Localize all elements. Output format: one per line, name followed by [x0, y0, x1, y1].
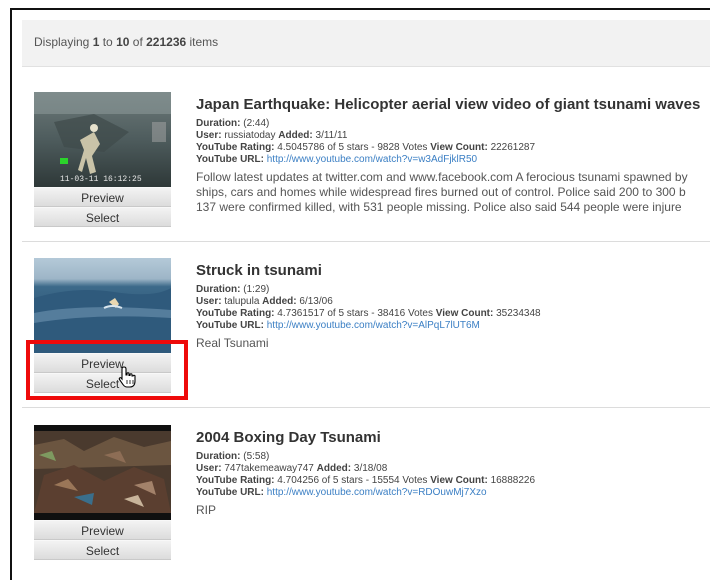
- video-thumbnail-image: [34, 258, 171, 353]
- video-thumbnail-image: [34, 425, 171, 520]
- results-header: Displaying 1 to 10 of 221236 items: [22, 20, 710, 67]
- video-description: RIP: [196, 503, 217, 517]
- hand-cursor-icon: [118, 366, 136, 388]
- video-url: YouTube URL: http://www.youtube.com/watc…: [196, 320, 480, 331]
- video-thumbnail[interactable]: 11-03-11 16:12:25: [34, 92, 171, 187]
- video-title[interactable]: Japan Earthquake: Helicopter aerial view…: [196, 96, 710, 118]
- preview-button[interactable]: Preview: [34, 187, 171, 207]
- video-url-link[interactable]: http://www.youtube.com/watch?v=w3AdFjklR…: [267, 154, 477, 165]
- preview-button[interactable]: Preview: [34, 520, 171, 540]
- video-rating: YouTube Rating: 4.704256 of 5 stars - 15…: [196, 475, 536, 486]
- results-count: Displaying 1 to 10 of 221236 items: [34, 35, 219, 49]
- video-thumbnail-image: [34, 92, 171, 187]
- video-thumbnail[interactable]: [34, 258, 171, 353]
- divider: [22, 241, 710, 242]
- divider: [22, 407, 710, 408]
- video-title[interactable]: Struck in tsunami: [196, 262, 710, 284]
- thumbnail-timestamp: 11-03-11 16:12:25: [60, 175, 142, 184]
- video-duration: Duration: (5:58): [196, 451, 270, 462]
- video-thumbnail[interactable]: [34, 425, 171, 520]
- video-rating: YouTube Rating: 4.7361517 of 5 stars - 3…: [196, 308, 541, 319]
- select-button[interactable]: Select: [34, 540, 171, 560]
- video-url: YouTube URL: http://www.youtube.com/watc…: [196, 487, 487, 498]
- preview-button[interactable]: Preview: [34, 353, 171, 373]
- video-title[interactable]: 2004 Boxing Day Tsunami: [196, 429, 710, 451]
- select-button[interactable]: Select: [34, 373, 171, 393]
- video-user: User: russiatoday Added: 3/11/11: [196, 130, 348, 141]
- video-duration: Duration: (1:29): [196, 284, 270, 295]
- video-description: Real Tsunami: [196, 336, 269, 350]
- video-url: YouTube URL: http://www.youtube.com/watc…: [196, 154, 478, 165]
- video-duration: Duration: (2:44): [196, 118, 270, 129]
- video-user: User: 747takemeaway747 Added: 3/18/08: [196, 463, 388, 474]
- video-url-link[interactable]: http://www.youtube.com/watch?v=RDOuwMj7X…: [267, 487, 487, 498]
- video-url-link[interactable]: http://www.youtube.com/watch?v=AlPqL7lUT…: [267, 320, 480, 331]
- video-user: User: talupula Added: 6/13/06: [196, 296, 333, 307]
- video-description: Follow latest updates at twitter.com and…: [196, 170, 688, 214]
- video-rating: YouTube Rating: 4.5045786 of 5 stars - 9…: [196, 142, 536, 153]
- select-button[interactable]: Select: [34, 207, 171, 227]
